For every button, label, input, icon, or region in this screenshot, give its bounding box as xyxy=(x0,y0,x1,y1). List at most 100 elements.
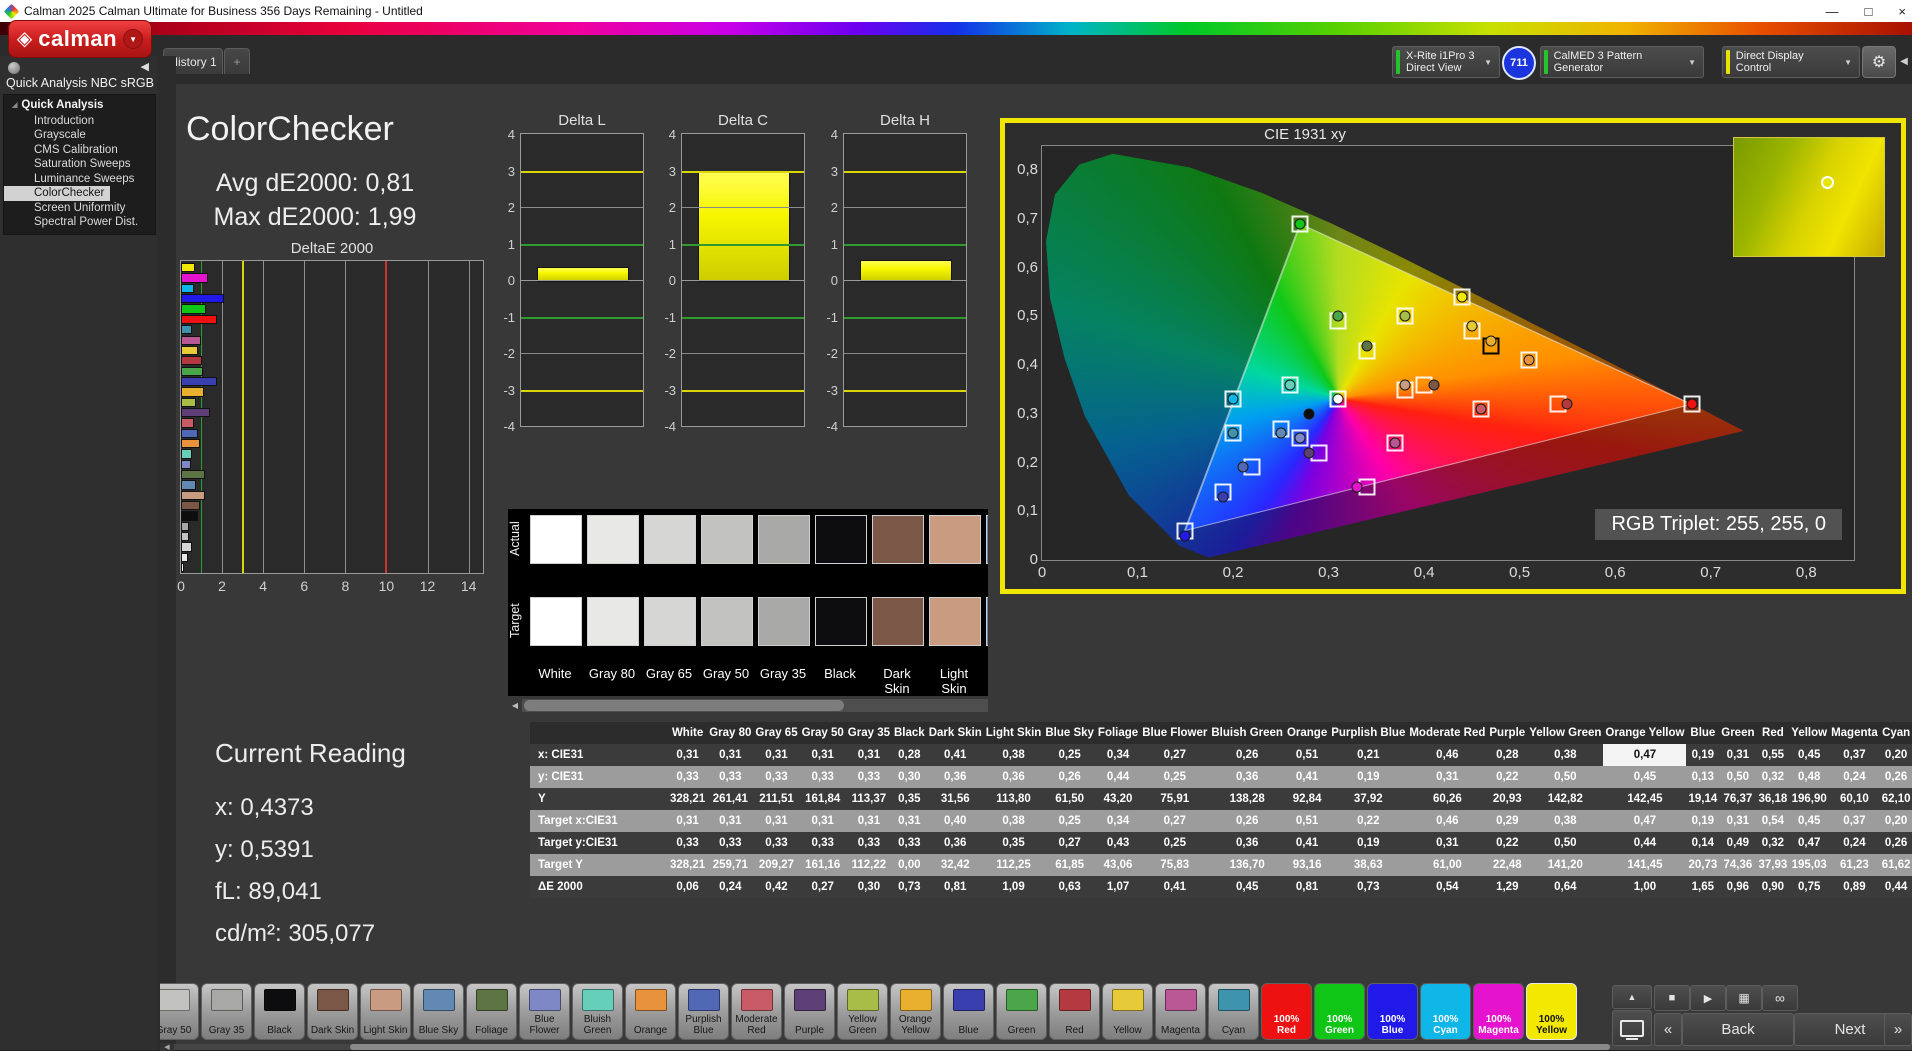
sidebar-item-cms-calibration[interactable]: CMS Calibration xyxy=(4,143,155,158)
table-cell[interactable]: 112,22 xyxy=(845,854,892,876)
table-cell[interactable]: 0,27 xyxy=(1140,810,1210,832)
patch-button-orange[interactable]: Orange xyxy=(625,983,676,1040)
table-cell[interactable]: 92,84 xyxy=(1284,788,1330,810)
table-cell[interactable]: 0,30 xyxy=(845,876,892,898)
table-cell[interactable]: 0,38 xyxy=(983,810,1044,832)
scrollbar-thumb[interactable] xyxy=(524,700,844,711)
table-cell[interactable]: 0,35 xyxy=(892,788,927,810)
sidebar-item-quick-analysis[interactable]: ◢ Quick Analysis xyxy=(4,98,155,114)
calman-menu-button[interactable]: ◈ calman ▼ xyxy=(8,20,152,58)
patch-button-moderate-red[interactable]: Moderate Red xyxy=(731,983,782,1040)
table-cell[interactable]: 0,54 xyxy=(1407,876,1488,898)
table-cell[interactable]: 0,26 xyxy=(1879,832,1912,854)
table-cell[interactable]: 0,27 xyxy=(799,876,846,898)
table-cell[interactable]: 62,10 xyxy=(1879,788,1912,810)
table-cell[interactable]: 112,25 xyxy=(983,854,1044,876)
table-cell[interactable]: 0,24 xyxy=(1829,832,1880,854)
table-cell[interactable]: 0,45 xyxy=(1209,876,1285,898)
patch-button-cyan[interactable]: Cyan xyxy=(1208,983,1259,1040)
pattern-window-icon[interactable]: ▦ xyxy=(1726,985,1762,1011)
patch-button-100-blue[interactable]: 100% Blue xyxy=(1367,983,1418,1040)
table-cell[interactable]: 0,26 xyxy=(1209,810,1285,832)
table-cell[interactable]: 0,38 xyxy=(1527,744,1604,766)
table-cell[interactable]: 259,71 xyxy=(707,854,754,876)
table-cell[interactable]: 0,25 xyxy=(1140,832,1210,854)
table-cell[interactable]: 0,75 xyxy=(1789,876,1830,898)
minimize-icon[interactable]: — xyxy=(1826,4,1839,19)
stop-icon[interactable]: ■ xyxy=(1654,985,1690,1011)
table-cell[interactable]: 19,14 xyxy=(1686,788,1720,810)
patch-button-100-red[interactable]: 100% Red xyxy=(1261,983,1312,1040)
patch-button-gray-35[interactable]: Gray 35 xyxy=(201,983,252,1040)
table-cell[interactable]: 0,36 xyxy=(926,766,984,788)
table-cell[interactable]: 0,31 xyxy=(668,810,708,832)
loop-icon[interactable]: ∞ xyxy=(1762,985,1798,1011)
patch-button-dark-skin[interactable]: Dark Skin xyxy=(307,983,358,1040)
table-cell[interactable]: 0,33 xyxy=(668,832,708,854)
table-cell[interactable]: 0,73 xyxy=(892,876,927,898)
table-cell[interactable]: 0,36 xyxy=(926,832,984,854)
table-cell[interactable]: 0,38 xyxy=(983,744,1044,766)
table-cell[interactable]: 0,31 xyxy=(892,810,927,832)
table-cell[interactable]: 0,34 xyxy=(1095,744,1141,766)
sidebar-item-colorchecker[interactable]: ColorChecker xyxy=(4,186,111,201)
table-cell[interactable]: 32,42 xyxy=(926,854,984,876)
table-cell[interactable]: 0,51 xyxy=(1284,810,1330,832)
table-cell[interactable]: 43,20 xyxy=(1095,788,1141,810)
table-cell[interactable]: 0,31 xyxy=(668,744,708,766)
table-cell[interactable]: 328,21 xyxy=(668,788,708,810)
add-tab-button[interactable]: + xyxy=(224,48,250,74)
patch-button-magenta[interactable]: Magenta xyxy=(1155,983,1206,1040)
table-cell[interactable]: 61,50 xyxy=(1043,788,1096,810)
patch-button-purplish-blue[interactable]: Purplish Blue xyxy=(678,983,729,1040)
table-cell[interactable]: 0,06 xyxy=(668,876,708,898)
table-cell[interactable]: 0,43 xyxy=(1095,832,1141,854)
collapse-panel-icon[interactable]: ◀ xyxy=(1896,46,1912,76)
table-cell[interactable]: 61,85 xyxy=(1043,854,1096,876)
table-cell[interactable]: 0,33 xyxy=(753,832,800,854)
patch-button-100-green[interactable]: 100% Green xyxy=(1314,983,1365,1040)
table-cell[interactable]: 0,50 xyxy=(1527,832,1604,854)
table-cell[interactable]: 0,33 xyxy=(707,766,754,788)
patch-button-purple[interactable]: Purple xyxy=(784,983,835,1040)
table-cell[interactable]: 0,41 xyxy=(1284,766,1330,788)
table-cell[interactable]: 0,96 xyxy=(1719,876,1757,898)
table-cell[interactable]: 0,19 xyxy=(1329,832,1408,854)
table-cell[interactable]: 0,29 xyxy=(1487,810,1528,832)
table-cell[interactable]: 0,25 xyxy=(1140,766,1210,788)
scroll-left-icon[interactable]: ◀ xyxy=(508,699,522,712)
table-cell[interactable]: 0,26 xyxy=(1879,766,1912,788)
table-cell[interactable]: 0,81 xyxy=(926,876,984,898)
table-cell[interactable]: 0,31 xyxy=(845,744,892,766)
table-cell[interactable]: 38,63 xyxy=(1329,854,1408,876)
sidebar-item-saturation-sweeps[interactable]: Saturation Sweeps xyxy=(4,157,155,172)
table-cell[interactable]: 61,62 xyxy=(1879,854,1912,876)
radio-dot-icon[interactable] xyxy=(8,62,20,74)
table-cell[interactable]: 0,22 xyxy=(1487,832,1528,854)
table-cell[interactable]: 0,50 xyxy=(1527,766,1604,788)
table-cell[interactable]: 0,24 xyxy=(1829,766,1880,788)
table-cell[interactable]: 0,13 xyxy=(1686,766,1720,788)
table-cell[interactable]: 0,20 xyxy=(1879,810,1912,832)
table-cell[interactable]: 195,03 xyxy=(1789,854,1830,876)
patch-button-gray-50[interactable]: Gray 50 xyxy=(160,983,199,1040)
page-prev-icon[interactable]: « xyxy=(1654,1013,1682,1046)
patch-button-green[interactable]: Green xyxy=(996,983,1047,1040)
table-cell[interactable]: 142,82 xyxy=(1527,788,1604,810)
patch-button-black[interactable]: Black xyxy=(254,983,305,1040)
table-cell[interactable]: 0,14 xyxy=(1686,832,1720,854)
table-cell[interactable]: 0,33 xyxy=(668,766,708,788)
table-cell[interactable]: 37,92 xyxy=(1329,788,1408,810)
table-cell[interactable]: 61,23 xyxy=(1829,854,1880,876)
table-cell[interactable]: 0,34 xyxy=(1095,810,1141,832)
table-cell[interactable]: 0,33 xyxy=(799,766,846,788)
table-cell[interactable]: 0,31 xyxy=(753,744,800,766)
patch-button-100-cyan[interactable]: 100% Cyan xyxy=(1420,983,1471,1040)
table-cell[interactable]: 0,64 xyxy=(1527,876,1604,898)
table-cell[interactable]: 93,16 xyxy=(1284,854,1330,876)
table-cell[interactable]: 61,00 xyxy=(1407,854,1488,876)
table-cell[interactable]: 0,36 xyxy=(1209,832,1285,854)
table-cell[interactable]: 0,33 xyxy=(799,832,846,854)
table-cell[interactable]: 75,91 xyxy=(1140,788,1210,810)
table-cell[interactable]: 0,41 xyxy=(926,744,984,766)
